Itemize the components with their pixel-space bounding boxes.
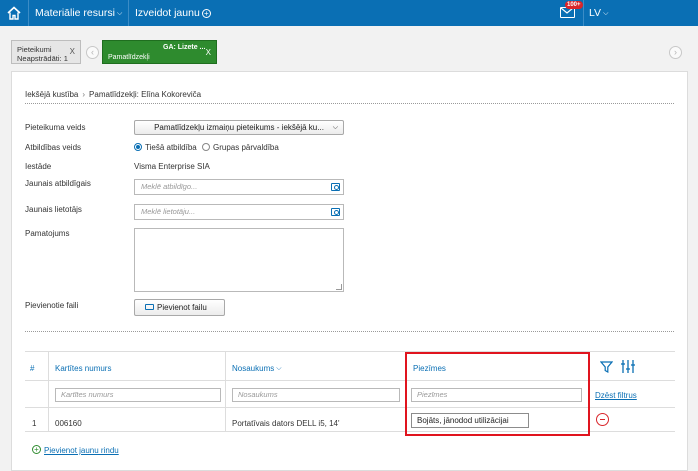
add-file-button-label: Pievienot failu	[157, 303, 207, 312]
column-divider	[225, 351, 226, 431]
column-divider	[48, 351, 49, 431]
tab-pending-requests[interactable]: Pieteikumi Neapstrādāti: 1 X	[11, 40, 81, 64]
divider	[25, 103, 674, 104]
divider	[583, 0, 584, 26]
request-type-value: Pamatlīdzekļu izmaiņu pieteikums - iekšē…	[154, 123, 324, 132]
close-icon[interactable]: X	[206, 48, 211, 57]
new-user-input[interactable]: Meklē lietotāju...	[134, 204, 344, 220]
nav-material-resources-label: Materiālie resursi	[35, 7, 115, 19]
nav-create-new[interactable]: Izveidot jaunu +	[135, 7, 211, 19]
new-responsible-label: Jaunais atbildīgais	[25, 179, 91, 188]
divider	[28, 0, 29, 26]
radio-group-management-label[interactable]: Grupas pārvaldība	[213, 143, 279, 152]
divider	[128, 0, 129, 26]
chevron-right-icon[interactable]: ›	[669, 46, 682, 59]
upload-icon	[145, 304, 154, 310]
new-user-label: Jaunais lietotājs	[25, 205, 82, 214]
nav-material-resources[interactable]: Materiālie resursi ⌵	[35, 7, 122, 19]
breadcrumb: Iekšējā kustība › Pamatlīdzekļi: Elīna Kok…	[25, 90, 201, 99]
chevron-down-icon: ⌵	[332, 124, 338, 131]
new-user-placeholder: Meklē lietotāju...	[141, 207, 196, 216]
resize-handle-icon[interactable]	[336, 284, 342, 290]
top-navigation-bar: Materiālie resursi ⌵ Izveidot jaunu + 100+…	[0, 0, 698, 26]
column-header-card-number[interactable]: Kartītes numurs	[55, 364, 111, 373]
breadcrumb-internal-movement[interactable]: Iekšējā kustība	[25, 90, 78, 99]
new-responsible-placeholder: Meklē atbildīgo...	[141, 182, 198, 191]
chevron-left-icon[interactable]: ‹	[86, 46, 99, 59]
language-selector[interactable]: LV ⌵	[589, 7, 608, 19]
card-number-filter-placeholder: Kartītes numurs	[61, 390, 114, 399]
search-icon[interactable]	[331, 208, 340, 216]
institution-value: Visma Enterprise SIA	[134, 162, 210, 171]
request-type-select[interactable]: Pamatlīdzekļu izmaiņu pieteikums - iekšē…	[134, 120, 344, 135]
remove-row-icon[interactable]	[596, 413, 609, 426]
plus-circle-icon[interactable]: +	[32, 445, 41, 454]
request-type-label: Pieteikuma veids	[25, 123, 86, 132]
chevron-down-icon: ⌵	[116, 10, 123, 17]
clear-filters-link[interactable]: Dzēst filtrus	[595, 391, 637, 400]
add-new-row-link[interactable]: Pievienot jaunu rindu	[44, 446, 119, 455]
column-settings-icon[interactable]	[621, 360, 635, 373]
tab-active-title: GA: Lizete ...	[163, 44, 206, 51]
tab-pending-subtitle: Neapstrādāti: 1	[17, 54, 68, 63]
notification-badge: 100+	[565, 1, 583, 9]
plus-circle-icon: +	[201, 9, 211, 18]
radio-direct-responsibility[interactable]	[134, 143, 142, 151]
card-number-filter-input[interactable]: Kartītes numurs	[55, 388, 221, 402]
responsibility-type-label: Atbildības veids	[25, 143, 82, 152]
name-filter-placeholder: Nosaukums	[238, 390, 278, 399]
home-icon[interactable]	[6, 5, 22, 21]
row-index: 1	[32, 419, 37, 428]
radio-group-management[interactable]	[202, 143, 210, 151]
radio-direct-responsibility-label[interactable]: Tiešā atbildība	[145, 143, 197, 152]
column-header-name-label: Nosaukums	[232, 364, 275, 373]
add-file-button[interactable]: Pievienot failu	[134, 299, 225, 316]
close-icon[interactable]: X	[70, 47, 75, 56]
search-icon[interactable]	[331, 183, 340, 191]
tab-active-assets[interactable]: GA: Lizete ... Pamatlīdzekļi X	[102, 40, 217, 64]
row-card-number: 006160	[55, 419, 82, 428]
column-header-index: #	[30, 364, 35, 373]
justification-label: Pamatojums	[25, 229, 70, 238]
nav-create-new-label: Izveidot jaunu	[135, 7, 200, 19]
chevron-down-icon: ⌵	[603, 10, 609, 17]
attachments-label: Pievienotie faili	[25, 301, 79, 310]
sort-down-icon: ⌵	[276, 365, 282, 372]
breadcrumb-assets-person: Pamatlīdzekļi: Elīna Kokoreviča	[89, 90, 202, 99]
new-responsible-input[interactable]: Meklē atbildīgo...	[134, 179, 344, 195]
request-form-panel: Iekšējā kustība › Pamatlīdzekļi: Elīna Kok…	[11, 71, 688, 471]
notes-column-highlight	[405, 352, 590, 436]
tab-active-subtitle: Pamatlīdzekļi	[108, 54, 150, 61]
column-header-name[interactable]: Nosaukums ⌵	[232, 364, 282, 373]
filter-icon[interactable]	[600, 361, 613, 373]
tab-pending-title: Pieteikumi	[17, 45, 52, 54]
language-label: LV	[589, 7, 602, 19]
justification-textarea[interactable]	[134, 228, 344, 292]
row-name: Portatīvais dators DELL i5, 14'	[232, 419, 340, 428]
institution-label: Iestāde	[25, 162, 52, 171]
name-filter-input[interactable]: Nosaukums	[232, 388, 400, 402]
divider	[25, 331, 674, 332]
breadcrumb-separator: ›	[82, 90, 86, 99]
